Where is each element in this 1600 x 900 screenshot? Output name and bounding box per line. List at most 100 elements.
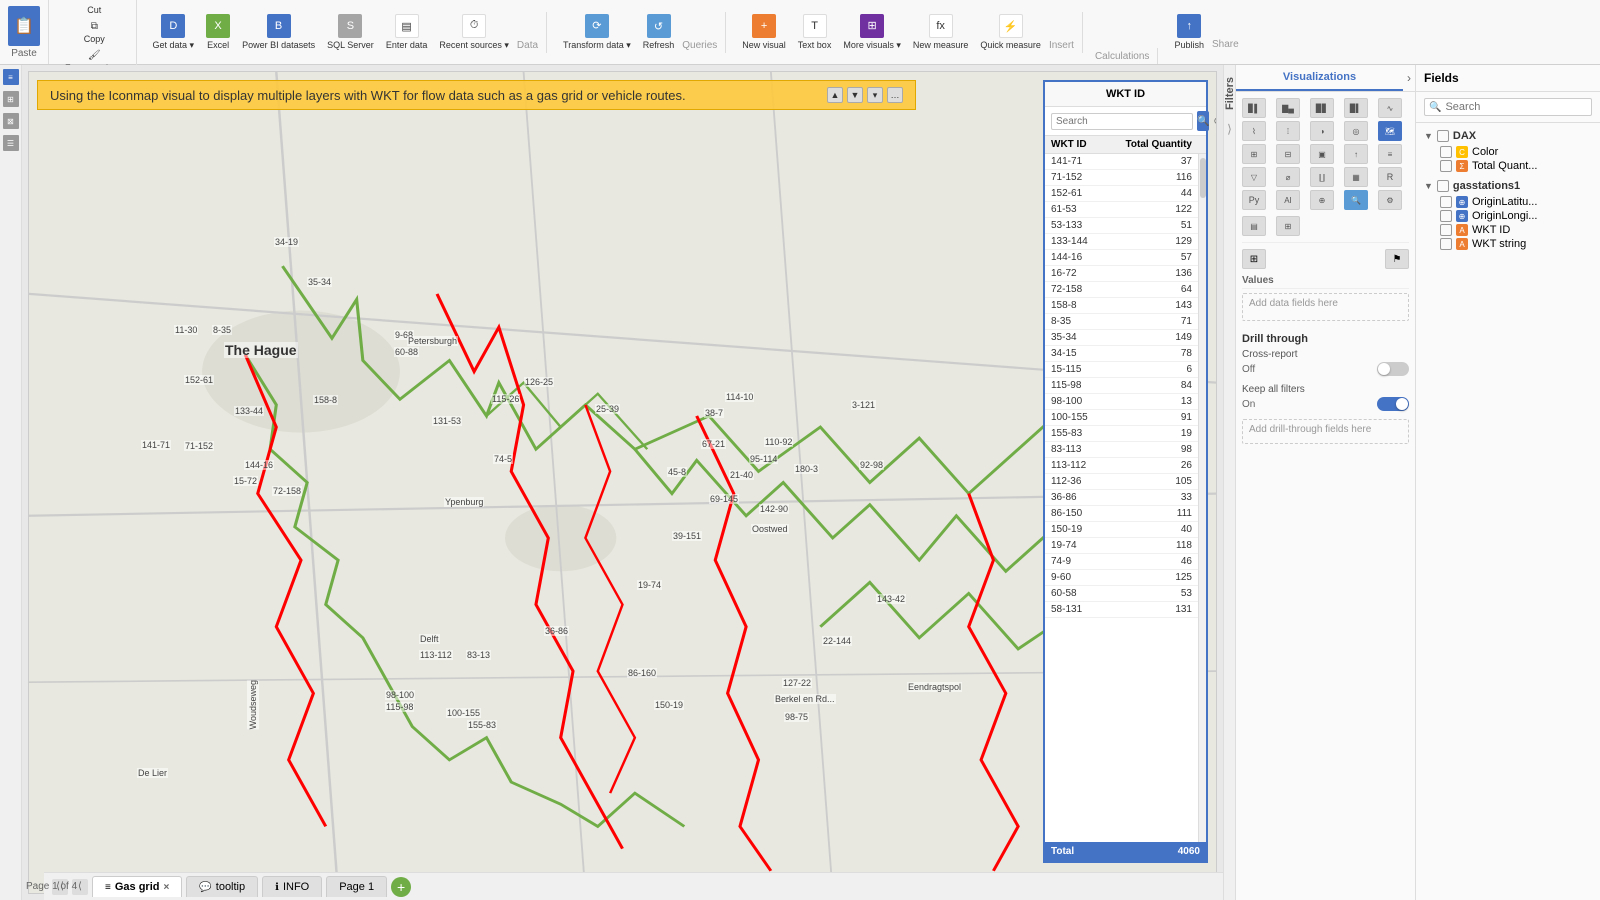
- drill-fields-drop-area[interactable]: Add drill-through fields here: [1242, 419, 1409, 444]
- title-up-btn[interactable]: ▲: [827, 87, 843, 103]
- get-data-button[interactable]: D Get data ▾: [149, 12, 199, 53]
- wkt-table-row[interactable]: 58-131131: [1045, 602, 1198, 618]
- wkt-scrollbar-thumb[interactable]: [1200, 158, 1206, 198]
- paste-icon[interactable]: 📋: [8, 6, 40, 46]
- wkt-table-row[interactable]: 72-15864: [1045, 282, 1198, 298]
- wkt-table-row[interactable]: 15-1156: [1045, 362, 1198, 378]
- wkt-scrollbar[interactable]: [1198, 154, 1206, 842]
- sql-server-button[interactable]: S SQL Server: [323, 12, 378, 52]
- excel-button[interactable]: X Excel: [202, 12, 234, 52]
- new-visual-button[interactable]: + New visual: [738, 12, 790, 52]
- wkt-table-row[interactable]: 150-1940: [1045, 522, 1198, 538]
- field-item-color[interactable]: C Color: [1416, 145, 1600, 159]
- field-item-originlat[interactable]: ⊕ OriginLatitu...: [1416, 195, 1600, 209]
- viz-icon-col2[interactable]: ▉▍: [1344, 98, 1368, 118]
- viz-icon-funnel[interactable]: ▽: [1242, 167, 1266, 187]
- wkt-table-row[interactable]: 113-11226: [1045, 458, 1198, 474]
- wkt-table-row[interactable]: 60-5853: [1045, 586, 1198, 602]
- refresh-button[interactable]: ↺ Refresh: [639, 12, 679, 52]
- wkt-search-input[interactable]: [1051, 113, 1193, 130]
- field-group-gasstations-header[interactable]: ▼ gasstations1: [1416, 177, 1600, 195]
- viz-icon-r[interactable]: R: [1378, 167, 1402, 187]
- viz-icon-waterfall[interactable]: ∐: [1310, 167, 1334, 187]
- viz-icon-magnify[interactable]: 🔍: [1344, 190, 1368, 210]
- wkt-table-row[interactable]: 152-6144: [1045, 186, 1198, 202]
- title-more-btn[interactable]: …: [887, 87, 903, 103]
- viz-icon-map[interactable]: 🗺: [1378, 121, 1402, 141]
- title-down-btn[interactable]: ▼: [847, 87, 863, 103]
- viz-tab-visualizations[interactable]: Visualizations: [1236, 65, 1403, 91]
- field-item-wkt-id[interactable]: A WKT ID: [1416, 223, 1600, 237]
- viz-icon-slicer[interactable]: ≡: [1378, 144, 1402, 164]
- wkt-filter-button[interactable]: ⊘: [1213, 111, 1217, 131]
- wkt-string-checkbox[interactable]: [1440, 238, 1452, 250]
- viz-icon-matrix[interactable]: ⊟: [1276, 144, 1300, 164]
- tab-add-button[interactable]: +: [391, 877, 411, 897]
- wkt-table-row[interactable]: 141-7137: [1045, 154, 1198, 170]
- wkt-id-checkbox[interactable]: [1440, 224, 1452, 236]
- field-item-total-quant[interactable]: Σ Total Quant...: [1416, 159, 1600, 173]
- wkt-table-row[interactable]: 19-74118: [1045, 538, 1198, 554]
- viz-icon-card[interactable]: ▣: [1310, 144, 1334, 164]
- viz-values-drop-area[interactable]: Add data fields here: [1242, 293, 1409, 321]
- field-item-originlon[interactable]: ⊕ OriginLongi...: [1416, 209, 1600, 223]
- sidebar-icon-4[interactable]: ☰: [3, 135, 19, 151]
- viz-icon-scatter[interactable]: ⁞: [1276, 121, 1300, 141]
- originlon-checkbox[interactable]: [1440, 210, 1452, 222]
- wkt-table-row[interactable]: 71-152116: [1045, 170, 1198, 186]
- wkt-table-row[interactable]: 34-1578: [1045, 346, 1198, 362]
- recent-sources-button[interactable]: ⏱ Recent sources ▾: [435, 12, 513, 53]
- wkt-table-row[interactable]: 144-1657: [1045, 250, 1198, 266]
- tab-gas-grid[interactable]: ≡ Gas grid ×: [92, 876, 182, 897]
- field-item-wkt-string[interactable]: A WKT string: [1416, 237, 1600, 251]
- wkt-table-row[interactable]: 98-10013: [1045, 394, 1198, 410]
- more-visuals-button[interactable]: ⊞ More visuals ▾: [839, 12, 905, 53]
- filters-toggle-icon[interactable]: ⟩: [1227, 122, 1232, 136]
- viz-icon-bar[interactable]: ▊▌: [1242, 98, 1266, 118]
- cut-button[interactable]: ✂ Cut: [61, 0, 128, 17]
- wkt-table-row[interactable]: 9-60125: [1045, 570, 1198, 586]
- quick-measure-button[interactable]: ⚡ Quick measure: [976, 12, 1045, 52]
- wkt-table-row[interactable]: 133-144129: [1045, 234, 1198, 250]
- cross-report-toggle[interactable]: [1377, 362, 1409, 376]
- viz-icon-py[interactable]: Py: [1242, 190, 1266, 210]
- wkt-table-row[interactable]: 112-36105: [1045, 474, 1198, 490]
- wkt-table-row[interactable]: 83-11398: [1045, 442, 1198, 458]
- wkt-table-row[interactable]: 35-34149: [1045, 330, 1198, 346]
- viz-icon-line[interactable]: ∿: [1378, 98, 1402, 118]
- text-box-button[interactable]: T Text box: [794, 12, 836, 52]
- wkt-search-button[interactable]: 🔍: [1197, 111, 1209, 131]
- originlat-checkbox[interactable]: [1440, 196, 1452, 208]
- sidebar-icon-1[interactable]: ≡: [3, 69, 19, 85]
- viz-analytics-icon[interactable]: ⚑: [1385, 249, 1409, 269]
- new-measure-button[interactable]: fx New measure: [909, 12, 973, 52]
- viz-icon-table2[interactable]: ▤: [1242, 216, 1266, 236]
- viz-icon-donut[interactable]: ◎: [1344, 121, 1368, 141]
- wkt-table-row[interactable]: 86-150111: [1045, 506, 1198, 522]
- tab-info[interactable]: ℹ INFO: [262, 876, 322, 897]
- wkt-table-row[interactable]: 53-13351: [1045, 218, 1198, 234]
- wkt-table-row[interactable]: 8-3571: [1045, 314, 1198, 330]
- wkt-table-row[interactable]: 36-8633: [1045, 490, 1198, 506]
- tab-tooltip[interactable]: 💬 tooltip: [186, 876, 258, 897]
- viz-icon-bar2[interactable]: ▇▄: [1276, 98, 1300, 118]
- viz-icon-treemap[interactable]: ▦: [1344, 167, 1368, 187]
- wkt-table-row[interactable]: 61-53122: [1045, 202, 1198, 218]
- sidebar-icon-2[interactable]: ⊞: [3, 91, 19, 107]
- tab-gas-grid-close[interactable]: ×: [163, 882, 169, 893]
- transform-data-button[interactable]: ⟳ Transform data ▾: [559, 12, 635, 53]
- dax-group-checkbox[interactable]: [1437, 130, 1449, 142]
- wkt-table-row[interactable]: 158-8143: [1045, 298, 1198, 314]
- gasstations-group-checkbox[interactable]: [1437, 180, 1449, 192]
- wkt-table-row[interactable]: 16-72136: [1045, 266, 1198, 282]
- viz-icon-gauge[interactable]: ⌀: [1276, 167, 1300, 187]
- tab-page1[interactable]: Page 1: [326, 876, 387, 897]
- field-group-dax-header[interactable]: ▼ DAX: [1416, 127, 1600, 145]
- viz-icon-table[interactable]: ⊞: [1242, 144, 1266, 164]
- total-quant-checkbox[interactable]: [1440, 160, 1452, 172]
- viz-panel-arrow[interactable]: ›: [1403, 67, 1415, 89]
- viz-icon-pie[interactable]: ◑: [1310, 121, 1334, 141]
- color-field-checkbox[interactable]: [1440, 146, 1452, 158]
- sidebar-icon-3[interactable]: ⊠: [3, 113, 19, 129]
- viz-icon-custom3[interactable]: ⚙: [1378, 190, 1402, 210]
